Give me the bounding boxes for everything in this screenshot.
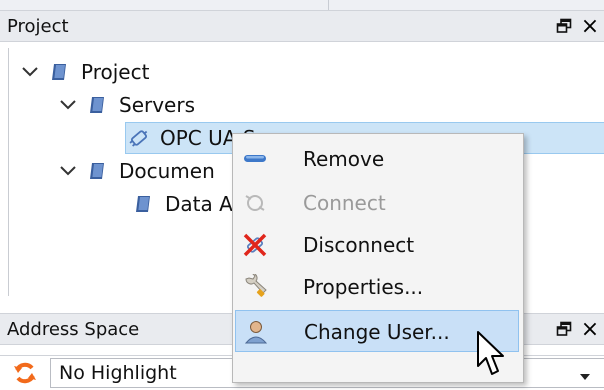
project-panel-header: Project × <box>0 10 604 42</box>
disconnect-icon <box>241 232 269 258</box>
tree-item-documents[interactable]: Documen <box>57 155 215 187</box>
tree-item-servers[interactable]: Servers <box>57 89 195 121</box>
close-panel-button[interactable]: × <box>580 14 600 39</box>
float-window-icon[interactable] <box>554 318 574 340</box>
address-space-panel-title: Address Space <box>7 319 140 340</box>
connect-plug-icon <box>241 190 269 216</box>
dropdown-arrow-icon[interactable] <box>579 366 591 385</box>
refresh-icon[interactable] <box>12 360 38 390</box>
tree-item-label: Documen <box>119 159 215 183</box>
close-panel-button[interactable]: × <box>580 317 600 342</box>
wrench-icon <box>241 274 269 300</box>
tree-item-data-access[interactable]: Data A <box>133 188 233 220</box>
folder-icon <box>133 193 155 215</box>
folder-icon <box>87 94 109 116</box>
folder-icon <box>87 160 109 182</box>
minus-icon <box>241 146 269 172</box>
top-divider <box>328 0 329 10</box>
user-icon <box>242 319 270 345</box>
highlight-select-value: No Highlight <box>59 362 177 384</box>
project-panel-title: Project <box>7 16 69 37</box>
menu-item-connect[interactable]: Connect <box>233 182 523 224</box>
tree-item-label: Project <box>81 60 150 84</box>
tree-item-label: Data A <box>165 192 233 216</box>
folder-icon <box>49 61 71 83</box>
tree-item-project[interactable]: Project <box>19 56 149 88</box>
float-window-icon[interactable] <box>554 15 574 37</box>
menu-item-remove[interactable]: Remove <box>233 138 523 180</box>
menu-item-disconnect[interactable]: Disconnect <box>233 224 523 266</box>
chevron-down-icon[interactable] <box>57 160 79 182</box>
chevron-down-icon[interactable] <box>57 94 79 116</box>
chevron-down-icon[interactable] <box>19 61 41 83</box>
mouse-cursor-icon <box>476 330 506 386</box>
server-plug-icon <box>128 127 150 149</box>
menu-item-properties[interactable]: Properties... <box>233 266 523 308</box>
tree-item-label: Servers <box>119 93 196 117</box>
